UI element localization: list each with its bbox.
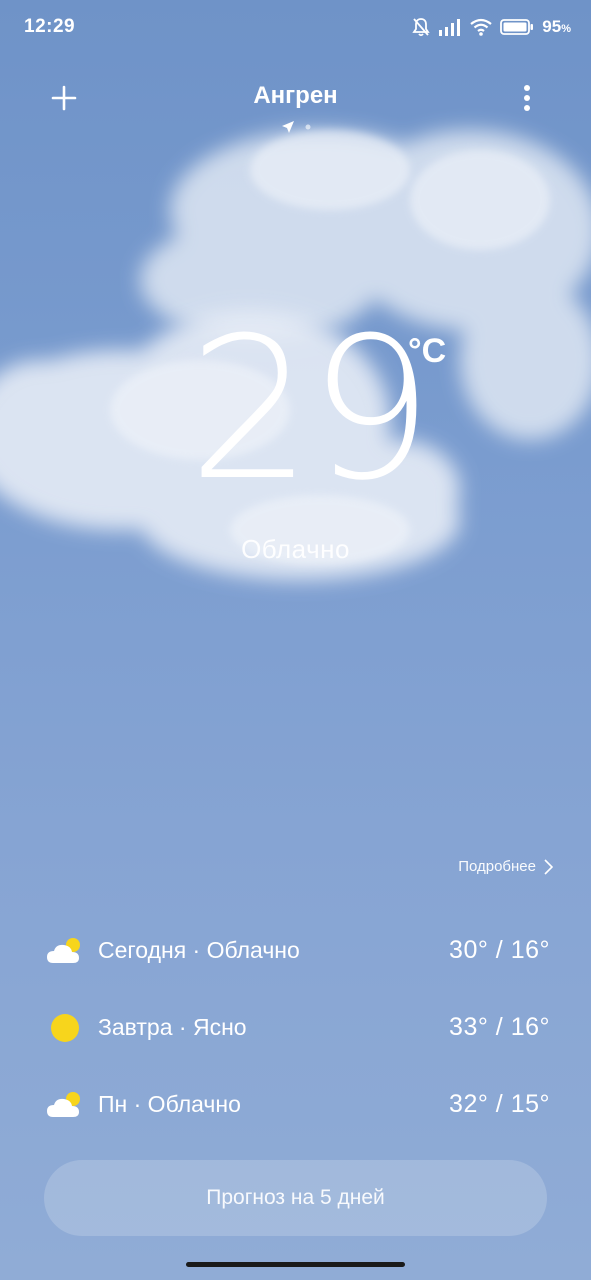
forecast-day-label: Завтра · Ясно — [98, 1014, 247, 1040]
partly-cloudy-icon — [44, 1084, 86, 1126]
status-time: 12:29 — [24, 16, 76, 37]
five-day-forecast-button[interactable]: Прогноз на 5 дней — [44, 1160, 547, 1236]
forecast-day-label: Пн · Облачно — [98, 1091, 241, 1117]
forecast-temps: 30° / 16° — [449, 936, 550, 964]
battery-icon — [500, 19, 534, 35]
home-indicator[interactable] — [186, 1262, 405, 1267]
partly-cloudy-icon — [44, 930, 86, 972]
details-link-label: Подробнее — [458, 858, 536, 875]
forecast-row-tomorrow[interactable]: Завтра · Ясно 33° / 16° — [44, 989, 550, 1066]
battery-percent: 95% — [542, 17, 571, 36]
page-dot-icon — [305, 124, 310, 130]
location-arrow-icon — [281, 121, 294, 133]
top-bar: Ангрен — [0, 70, 591, 133]
chevron-right-icon — [544, 858, 553, 875]
bell-off-icon — [412, 18, 430, 37]
current-weather: 29 °C — [0, 312, 591, 520]
city-name: Ангрен — [253, 82, 338, 109]
forecast-day-label: Сегодня · Облачно — [98, 937, 300, 963]
more-menu-button[interactable] — [507, 78, 547, 118]
temperature-unit: °C — [408, 332, 447, 370]
wifi-icon — [470, 18, 492, 36]
forecast-temps: 32° / 15° — [449, 1090, 550, 1118]
sun-icon — [44, 1007, 86, 1049]
status-icons: 95% — [412, 14, 571, 40]
more-vertical-icon — [524, 85, 530, 111]
location-indicator — [0, 120, 591, 134]
signal-icon — [439, 19, 461, 36]
current-temperature: 29 — [188, 296, 433, 524]
details-link[interactable]: Подробнее — [458, 858, 553, 875]
forecast-row-monday[interactable]: Пн · Облачно 32° / 15° — [44, 1066, 550, 1143]
current-condition: Облачно — [241, 534, 350, 564]
forecast-temps: 33° / 16° — [449, 1013, 550, 1041]
forecast-list: Сегодня · Облачно 30° / 16° Завтра · Ясн… — [44, 912, 550, 1143]
forecast-row-today[interactable]: Сегодня · Облачно 30° / 16° — [44, 912, 550, 989]
status-bar: 12:29 95% — [0, 0, 591, 56]
